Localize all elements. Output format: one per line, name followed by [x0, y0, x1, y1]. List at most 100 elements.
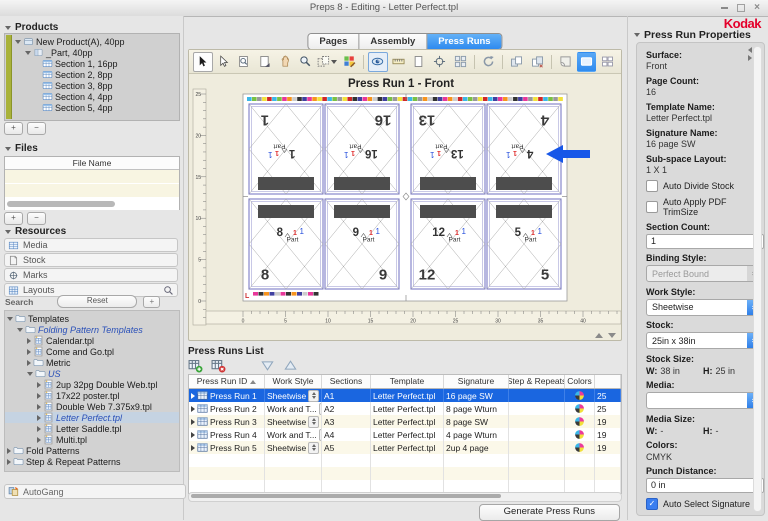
page-curl-view-button[interactable]	[556, 52, 576, 72]
colors-cell[interactable]	[565, 441, 595, 454]
auto-select-signature-checkbox[interactable]: ✓Auto Select Signature	[646, 498, 754, 510]
signature-information-button[interactable]: Signature Information	[646, 515, 765, 516]
press-run-row[interactable]: Press Run 1SheetwiseA1Letter Perfect.tpl…	[189, 389, 621, 402]
add-press-run-button[interactable]	[188, 358, 203, 375]
zoom-page-button[interactable]	[234, 52, 254, 72]
center-target-button[interactable]	[430, 52, 450, 72]
collapse-triangle-icon[interactable]	[27, 360, 31, 366]
tree-item-folding-pattern-templates[interactable]: Folding Pattern Templates	[5, 324, 179, 335]
new-page-button[interactable]	[255, 52, 275, 72]
collapse-triangle-icon[interactable]	[27, 338, 31, 344]
table-horizontal-scrollbar[interactable]	[188, 492, 622, 502]
tab-press-runs[interactable]: Press Runs	[427, 34, 501, 49]
next-surface-icon[interactable]	[748, 55, 752, 61]
move-up-button[interactable]	[283, 358, 298, 375]
stepper-icon[interactable]	[308, 442, 319, 454]
collapse-triangle-icon[interactable]	[7, 459, 11, 465]
expand-triangle-icon[interactable]	[27, 372, 33, 376]
tree-item-calendar-tpl[interactable]: Calendar.tpl	[5, 335, 179, 346]
empty-table-row[interactable]	[189, 454, 621, 467]
column-header-step-repeats[interactable]: Step & Repeats	[509, 375, 565, 388]
colors-cell[interactable]	[565, 402, 595, 415]
collapse-triangle-icon[interactable]	[37, 437, 41, 443]
row-disclosure-icon[interactable]	[191, 406, 195, 412]
properties-scrollbar[interactable]	[753, 46, 762, 512]
collapse-triangle-icon[interactable]	[37, 426, 41, 432]
delete-press-run-button[interactable]	[211, 358, 226, 375]
add-product-button[interactable]: +	[4, 122, 23, 135]
generate-press-runs-button[interactable]: Generate Press Runs	[479, 504, 620, 521]
single-page-button[interactable]	[409, 52, 429, 72]
product-item-section-2-8pp[interactable]: Section 2, 8pp	[13, 69, 179, 80]
refresh-button[interactable]	[479, 52, 499, 72]
work-style-cell[interactable]: Sheetwise	[265, 389, 322, 402]
maximize-icon[interactable]	[737, 4, 745, 12]
files-section-header[interactable]: Files	[5, 143, 38, 154]
column-header-colors[interactable]: Colors	[565, 375, 595, 388]
marquee-pages-button[interactable]	[316, 52, 338, 72]
stock-select[interactable]: 25in x 38in	[646, 332, 762, 349]
tree-item-17x22-poster-tpl[interactable]: 17x22 poster.tpl	[5, 390, 179, 401]
binding-style-select[interactable]: Perfect Bound	[646, 265, 762, 282]
remove-file-button[interactable]: −	[27, 212, 46, 225]
resource-item-stock[interactable]: Stock	[4, 253, 178, 267]
scroll-up-icon[interactable]	[595, 333, 603, 338]
press-run-row[interactable]: Press Run 2Work and T...A2Letter Perfect…	[189, 402, 621, 415]
expand-triangle-icon[interactable]	[7, 317, 13, 321]
tree-item-step-repeat-patterns[interactable]: Step & Repeat Patterns	[5, 456, 179, 467]
move-down-button[interactable]	[260, 358, 275, 375]
product-item-part-40pp[interactable]: _Part, 40pp	[13, 47, 179, 58]
preview-eye-button[interactable]	[368, 52, 388, 72]
auto-apply-pdf-trimsize-checkbox[interactable]: Auto Apply PDF TrimSize	[646, 197, 754, 217]
column-header-press-run-id[interactable]: Press Run ID	[189, 375, 265, 388]
product-item-section-4-4pp[interactable]: Section 4, 4pp	[13, 91, 179, 102]
tree-item-metric[interactable]: Metric	[5, 357, 179, 368]
stepper-icon[interactable]	[308, 416, 319, 428]
pan-hand-button[interactable]	[275, 52, 295, 72]
select-arrow-button[interactable]	[193, 52, 213, 72]
stepper-icon[interactable]	[308, 390, 319, 402]
checkbox-icon[interactable]	[646, 201, 658, 213]
press-sheet-canvas[interactable]: Press Run 1 - FrontL11Part111616Part1113…	[189, 73, 621, 341]
expand-triangle-icon[interactable]	[15, 40, 21, 44]
files-scrollbar[interactable]	[5, 198, 179, 210]
product-item-section-5-4pp[interactable]: Section 5, 4pp	[13, 102, 179, 113]
remove-product-button[interactable]: −	[27, 122, 46, 135]
collapse-triangle-icon[interactable]	[37, 415, 41, 421]
resource-item-media[interactable]: Media	[4, 238, 178, 252]
tree-item-2up-32pg-double-web-tpl[interactable]: 2up 32pg Double Web.tpl	[5, 379, 179, 390]
tab-pages[interactable]: Pages	[308, 34, 359, 49]
product-item-section-3-8pp[interactable]: Section 3, 8pp	[13, 80, 179, 91]
direct-select-button[interactable]	[214, 52, 234, 72]
edit-marks-button[interactable]	[339, 52, 359, 72]
colors-cell[interactable]	[565, 389, 595, 402]
tree-item-fold-patterns[interactable]: Fold Patterns	[5, 445, 179, 456]
product-item-section-1-16pp[interactable]: Section 1, 16pp	[13, 58, 179, 69]
work-style-cell[interactable]: Work and T...	[265, 402, 322, 415]
row-disclosure-icon[interactable]	[191, 419, 195, 425]
product-item-new-product-a-40pp[interactable]: New Product(A), 40pp	[13, 36, 179, 47]
ungroup-pages-button[interactable]	[528, 52, 548, 72]
measure-ruler-button[interactable]	[389, 52, 409, 72]
work-style-cell[interactable]: Sheetwise	[265, 441, 322, 454]
resource-item-marks[interactable]: Marks	[4, 268, 178, 282]
work-style-cell[interactable]: Work and T...	[265, 428, 322, 441]
colors-cell[interactable]	[565, 428, 595, 441]
expand-triangle-icon[interactable]	[25, 51, 31, 55]
press-run-row[interactable]: Press Run 5SheetwiseA5Letter Perfect.tpl…	[189, 441, 621, 454]
files-column-header[interactable]: File Name	[5, 157, 179, 170]
work-style-select[interactable]: Sheetwise	[646, 299, 762, 316]
column-header-signature[interactable]: Signature	[444, 375, 509, 388]
punch-distance-input[interactable]: 0 in	[646, 478, 764, 493]
prev-surface-icon[interactable]	[748, 47, 752, 53]
work-style-cell[interactable]: Sheetwise	[265, 415, 322, 428]
press-run-row[interactable]: Press Run 3SheetwiseA3Letter Perfect.tpl…	[189, 415, 621, 428]
scroll-down-icon[interactable]	[608, 333, 616, 338]
zoom-tool-button[interactable]	[296, 52, 316, 72]
collapse-triangle-icon[interactable]	[37, 404, 41, 410]
collapse-triangle-icon[interactable]	[27, 349, 31, 355]
resources-section-header[interactable]: Resources	[5, 226, 66, 237]
tab-assembly[interactable]: Assembly	[359, 34, 427, 49]
fit-view-button[interactable]	[450, 52, 470, 72]
checkbox-icon[interactable]	[646, 180, 658, 192]
